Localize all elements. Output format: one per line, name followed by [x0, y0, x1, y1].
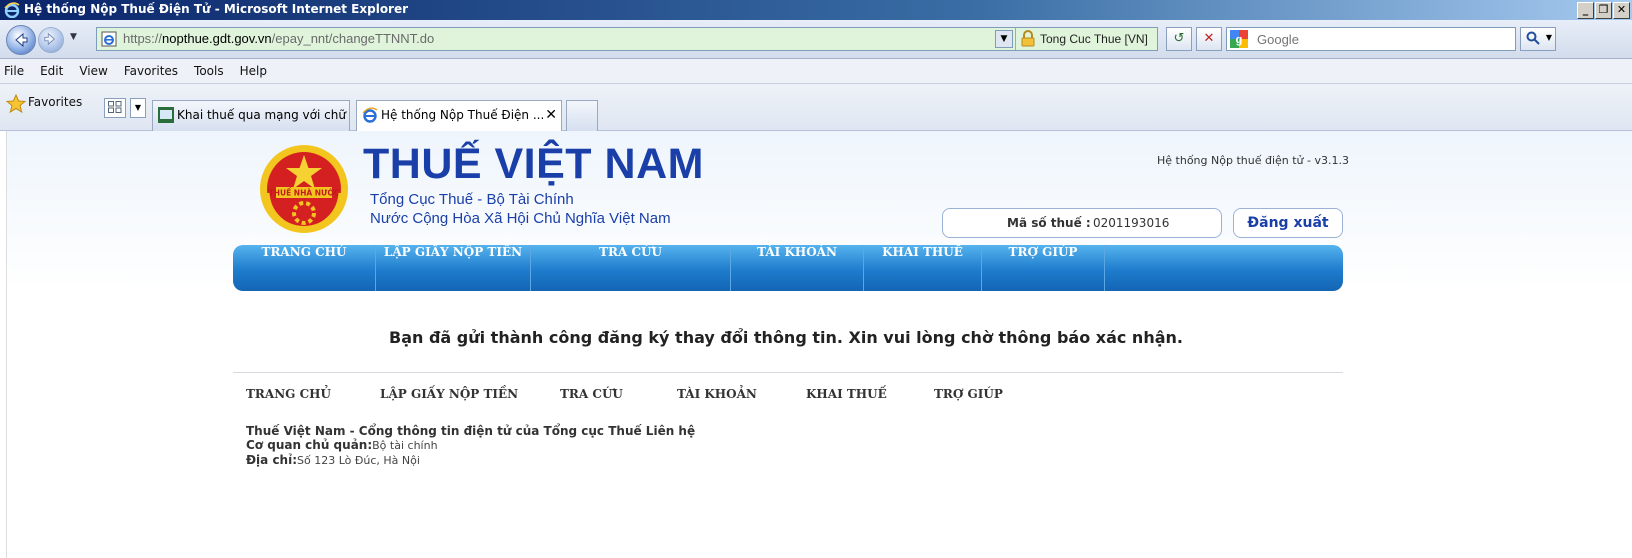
- success-message: Bạn đã gửi thành công đăng ký thay đổi t…: [389, 328, 1183, 347]
- svg-text:g: g: [1236, 34, 1243, 46]
- menu-help[interactable]: Help: [232, 59, 275, 83]
- tab-label: Hệ thống Nộp Thuế Điện ...: [381, 108, 545, 122]
- menu-tools[interactable]: Tools: [186, 59, 232, 83]
- site-favicon-icon: [158, 107, 174, 123]
- svg-text:THUẾ NHÀ NƯỚC: THUẾ NHÀ NƯỚC: [269, 188, 340, 198]
- close-window-button[interactable]: ✕: [1613, 2, 1630, 19]
- url-text[interactable]: https://nopthue.gdt.gov.vn/epay_nnt/chan…: [123, 31, 434, 46]
- new-tab-button[interactable]: [566, 100, 598, 131]
- footer-nav-tra-cuu[interactable]: TRA CỨU: [560, 387, 677, 401]
- content-divider: [233, 372, 1343, 373]
- footer-info: Thuế Việt Nam - Cổng thông tin điện tử c…: [246, 424, 695, 468]
- forward-button[interactable]: [38, 27, 64, 53]
- favorites-tab-bar: Favorites ▼ Khai thuế qua mạng với chữ .…: [0, 84, 1632, 131]
- certificate-label: Tong Cuc Thue [VN]: [1040, 32, 1148, 46]
- nav-tai-khoan[interactable]: TÀI KHOẢN: [731, 245, 864, 291]
- search-input[interactable]: [1255, 29, 1509, 49]
- tab-khai-thue[interactable]: Khai thuế qua mạng với chữ ...: [152, 100, 350, 131]
- main-nav: TRANG CHỦ LẬP GIẤY NỘP TIỀN TRA CỨU TÀI …: [233, 245, 1343, 291]
- national-emblem-logo: THUẾ NHÀ NƯỚC: [260, 145, 348, 233]
- tab-list-dropdown[interactable]: ▼: [130, 98, 146, 118]
- menu-favorites[interactable]: Favorites: [116, 59, 186, 83]
- site-title: THUẾ VIỆT NAM: [363, 140, 704, 188]
- menu-file[interactable]: File: [0, 59, 32, 83]
- site-subtitle-country: Nước Cộng Hòa Xã Hội Chủ Nghĩa Việt Nam: [370, 210, 671, 227]
- tax-code-box: Mã số thuế : 0201193016: [942, 208, 1222, 238]
- close-tab-icon[interactable]: ✕: [545, 101, 557, 129]
- footer-address-value: Số 123 Lò Đúc, Hà Nội: [297, 454, 420, 467]
- page-viewport: THUẾ NHÀ NƯỚC THUẾ VIỆT NAM Tổng Cục Thu…: [0, 131, 1632, 558]
- minimize-button[interactable]: _: [1577, 2, 1594, 19]
- address-toolbar: ▼ https://nopthue.gdt.gov.vn/epay_nnt/ch…: [0, 20, 1632, 59]
- search-go-button[interactable]: ▼: [1520, 27, 1556, 51]
- back-arrow-icon: [15, 32, 28, 48]
- footer-nav-tro-giup[interactable]: TRỢ GIÚP: [934, 387, 1014, 401]
- back-button[interactable]: [6, 25, 36, 55]
- window-title: Hệ thống Nộp Thuế Điện Tử - Microsoft In…: [24, 2, 409, 16]
- footer-nav: TRANG CHỦ LẬP GIẤY NỘP TIỀN TRA CỨU TÀI …: [246, 387, 1014, 401]
- quick-tabs-icon: [108, 101, 122, 113]
- nav-tro-giup[interactable]: TRỢ GIÚP: [982, 245, 1105, 291]
- footer-agency-label: Cơ quan chủ quản:: [246, 438, 373, 452]
- favorites-button[interactable]: Favorites: [28, 95, 82, 109]
- stop-button[interactable]: ✕: [1196, 27, 1222, 51]
- quick-tabs-button[interactable]: [104, 98, 126, 118]
- menu-edit[interactable]: Edit: [32, 59, 71, 83]
- lock-icon: [1021, 30, 1035, 47]
- page-ie-icon: [101, 31, 117, 47]
- refresh-button[interactable]: ↺: [1166, 27, 1192, 51]
- site-subtitle-agency: Tổng Cục Thuế - Bộ Tài Chính: [370, 191, 574, 208]
- tax-code-label: Mã số thuế :: [1007, 216, 1091, 230]
- address-bar[interactable]: https://nopthue.gdt.gov.vn/epay_nnt/chan…: [96, 27, 1158, 51]
- google-icon: g: [1230, 30, 1248, 48]
- page-left-edge: [0, 131, 7, 558]
- tab-nop-thue[interactable]: Hệ thống Nộp Thuế Điện ... ✕: [356, 100, 562, 131]
- recent-pages-dropdown[interactable]: ▼: [70, 32, 80, 42]
- footer-agency-value: Bộ tài chính: [372, 439, 438, 452]
- footer-portal-text: Thuế Việt Nam - Cổng thông tin điện tử c…: [246, 424, 696, 438]
- nav-trang-chu[interactable]: TRANG CHỦ: [233, 245, 376, 291]
- nav-lap-giay-nop-tien[interactable]: LẬP GIẤY NỘP TIỀN: [376, 245, 531, 291]
- search-box[interactable]: g: [1226, 27, 1516, 51]
- forward-arrow-icon: [44, 32, 56, 46]
- footer-nav-trang-chu[interactable]: TRANG CHỦ: [246, 387, 380, 401]
- footer-nav-lap-giay-nop-tien[interactable]: LẬP GIẤY NỘP TIỀN: [380, 387, 560, 401]
- security-report[interactable]: Tong Cuc Thue [VN]: [1015, 28, 1148, 50]
- internet-explorer-icon: [362, 107, 378, 123]
- menu-bar: File Edit View Favorites Tools Help: [0, 59, 1632, 84]
- system-version: Hệ thống Nộp thuế điện tử - v3.1.3: [1157, 154, 1349, 167]
- tax-code-value: 0201193016: [1093, 216, 1170, 230]
- tab-label: Khai thuế qua mạng với chữ ...: [177, 108, 350, 122]
- menu-view[interactable]: View: [71, 59, 115, 83]
- address-dropdown-button[interactable]: ▼: [995, 30, 1013, 48]
- search-options-dropdown[interactable]: ▼: [1546, 33, 1552, 42]
- window-titlebar: Hệ thống Nộp Thuế Điện Tử - Microsoft In…: [0, 0, 1632, 20]
- magnifier-icon: [1526, 31, 1540, 45]
- maximize-button[interactable]: ❐: [1595, 2, 1612, 19]
- footer-nav-tai-khoan[interactable]: TÀI KHOẢN: [677, 387, 806, 401]
- footer-address-label: Địa chỉ:: [246, 453, 298, 467]
- nav-tra-cuu[interactable]: TRA CỨU: [531, 245, 731, 291]
- internet-explorer-icon: [4, 2, 20, 18]
- logout-button[interactable]: Đăng xuất: [1233, 208, 1343, 238]
- favorites-star-icon: [6, 94, 26, 114]
- nav-khai-thue[interactable]: KHAI THUẾ: [864, 245, 982, 291]
- footer-nav-khai-thue[interactable]: KHAI THUẾ: [806, 387, 934, 401]
